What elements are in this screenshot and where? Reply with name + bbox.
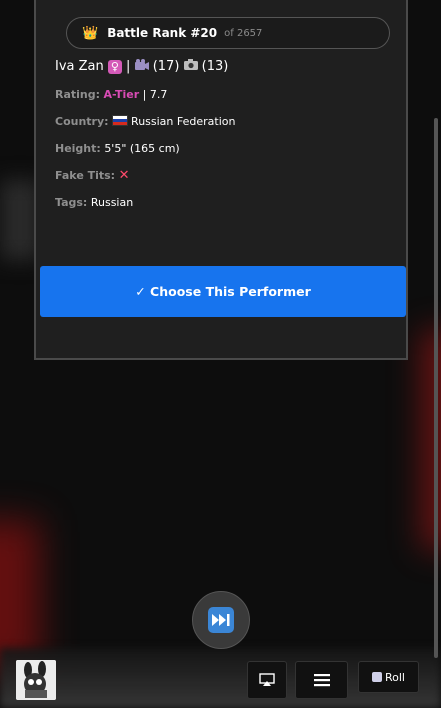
- avatar[interactable]: [16, 660, 56, 700]
- video-camera-icon: [134, 59, 153, 74]
- camera-icon: [183, 59, 202, 74]
- fake-tits-row: Fake Tits: ✕: [55, 168, 130, 183]
- height-value: 5'5" (165 cm): [104, 142, 180, 155]
- performer-title-line: Iva Zan ♀ | (17) (13): [55, 59, 228, 74]
- crown-icon: 👑: [82, 25, 99, 41]
- battle-rank-label: Battle Rank #20: [107, 26, 218, 40]
- x-mark-icon: ✕: [118, 168, 130, 183]
- roll-label: Roll: [385, 670, 405, 684]
- fast-forward-icon: [208, 607, 234, 633]
- photos-count: (13): [201, 59, 229, 74]
- country-value: Russian Federation: [131, 115, 236, 128]
- videos-count: (17): [152, 59, 180, 74]
- venus-icon: ♀: [107, 59, 122, 74]
- menu-button[interactable]: [295, 661, 348, 699]
- tag-russian[interactable]: Russian: [91, 196, 133, 209]
- rating-row: Rating: A-Tier | 7.7: [55, 88, 167, 101]
- scrollbar[interactable]: [434, 118, 438, 658]
- battle-rank-badge: 👑 Battle Rank #20 of 2657: [66, 17, 390, 49]
- airplay-button[interactable]: [247, 661, 287, 699]
- fake-tits-label: Fake Tits:: [55, 169, 116, 182]
- airplay-icon: [259, 673, 275, 686]
- tags-label: Tags:: [55, 196, 88, 209]
- dice-icon: [372, 672, 382, 682]
- performer-name: Iva Zan: [55, 59, 104, 74]
- rating-label: Rating:: [55, 88, 101, 101]
- rating-score: | 7.7: [142, 88, 168, 101]
- performer-card: 👑 Battle Rank #20 of 2657 Iva Zan ♀ | (1…: [34, 0, 408, 360]
- roll-button[interactable]: Roll: [358, 661, 419, 693]
- russia-flag-icon: [112, 115, 129, 126]
- country-row: Country: Russian Federation: [55, 115, 235, 128]
- height-row: Height: 5'5" (165 cm): [55, 142, 180, 155]
- height-label: Height:: [55, 142, 101, 155]
- country-label: Country:: [55, 115, 109, 128]
- hamburger-icon: [313, 674, 330, 687]
- choose-performer-button[interactable]: ✓ Choose This Performer: [40, 266, 406, 317]
- tags-row: Tags: Russian: [55, 196, 133, 209]
- skip-button[interactable]: [192, 591, 250, 649]
- battle-rank-total: of 2657: [224, 27, 263, 39]
- rating-tier: A-Tier: [103, 88, 140, 101]
- separator: |: [126, 59, 131, 74]
